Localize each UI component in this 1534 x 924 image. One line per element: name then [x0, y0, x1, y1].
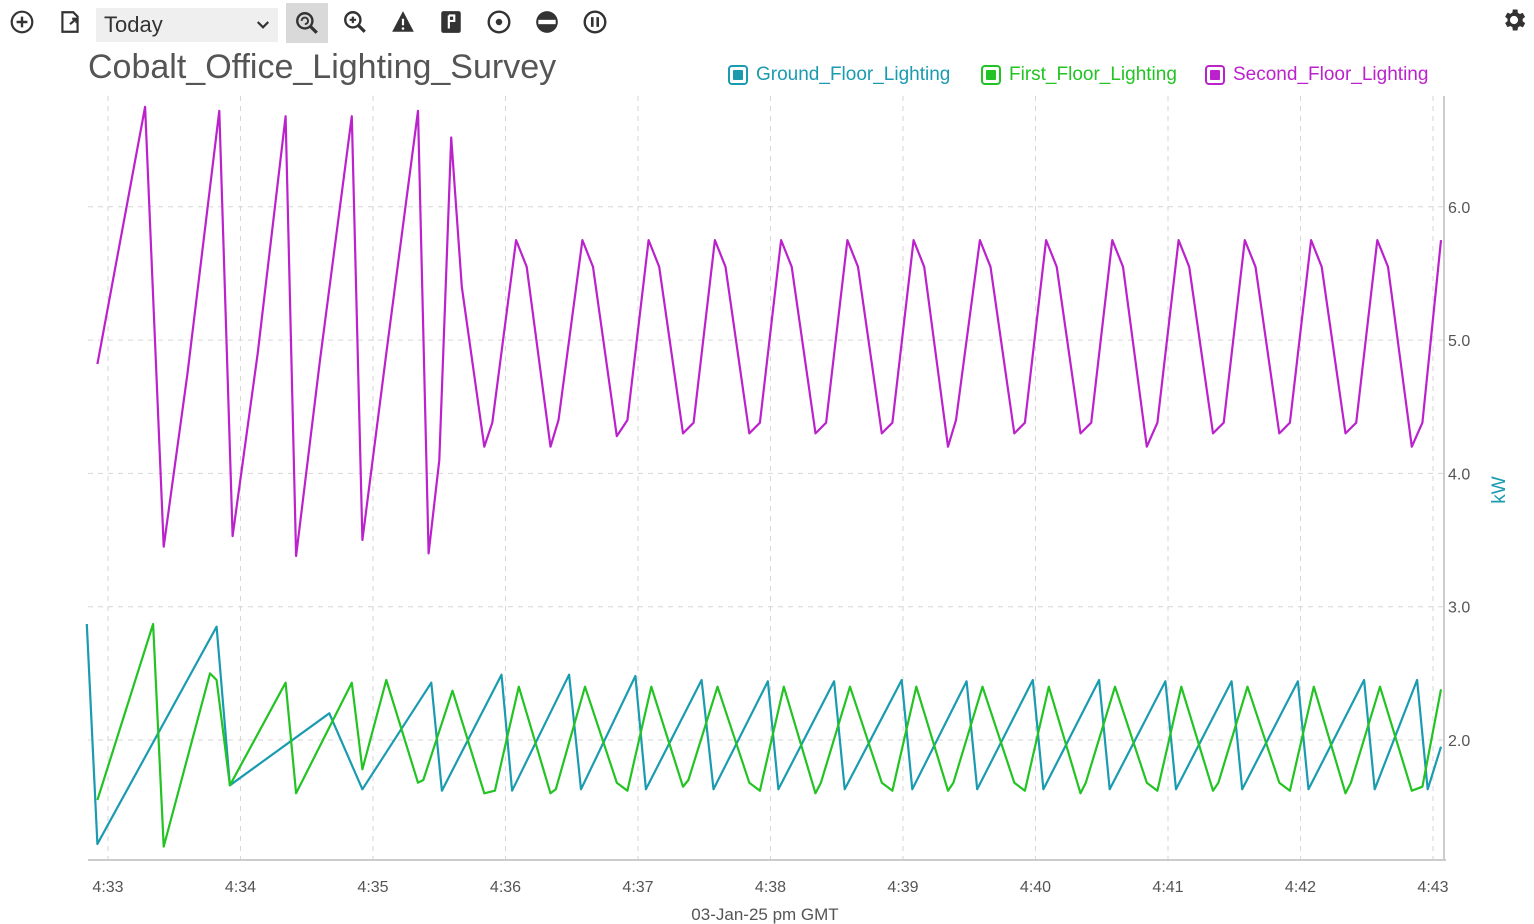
- x-tick-label: 4:40: [1020, 879, 1051, 896]
- legend-label-second: Second_Floor_Lighting: [1233, 64, 1429, 85]
- y-tick-label: 3.0: [1448, 600, 1470, 617]
- zoom-icon[interactable]: [339, 6, 371, 38]
- zoom-reset-icon[interactable]: [286, 3, 328, 43]
- x-tick-label: 4:42: [1285, 879, 1316, 896]
- y-tick-label: 6.0: [1448, 200, 1470, 217]
- legend-swatch-second: [1205, 65, 1225, 85]
- legend-label-first: First_Floor_Lighting: [1009, 64, 1177, 85]
- chart-title: Cobalt_Office_Lighting_Survey: [88, 48, 557, 86]
- x-tick-label: 4:34: [225, 879, 256, 896]
- time-range-select[interactable]: Today: [96, 8, 278, 42]
- x-tick-label: 4:37: [622, 879, 653, 896]
- minus-circle-icon[interactable]: [531, 6, 563, 38]
- add-circle-icon[interactable]: [6, 6, 38, 38]
- y-tick-label: 2.0: [1448, 733, 1470, 750]
- x-tick-label: 4:36: [490, 879, 521, 896]
- series-line-second[interactable]: [96, 105, 1443, 558]
- legend-item-first[interactable]: First_Floor_Lighting: [981, 60, 1177, 90]
- export-icon[interactable]: [54, 6, 86, 38]
- target-icon[interactable]: [483, 6, 515, 38]
- y-tick-label: 5.0: [1448, 333, 1470, 350]
- x-tick-label: 4:39: [887, 879, 918, 896]
- legend-item-second[interactable]: Second_Floor_Lighting: [1205, 60, 1428, 90]
- time-range-value: Today: [104, 12, 163, 37]
- y-tick-label: 4.0: [1448, 466, 1470, 483]
- x-tick-label: 4:38: [755, 879, 786, 896]
- chart-area: 4:33 4:34 4:35 4:36 4:37 4:38 4:39 4:40 4:41 4:42…: [85, 96, 1510, 924]
- legend-label-ground: Ground_Floor_Lighting: [756, 64, 951, 85]
- legend-swatch-ground: [728, 65, 748, 85]
- legend-item-ground[interactable]: Ground_Floor_Lighting: [728, 60, 950, 90]
- x-tick-label: 4:43: [1417, 879, 1448, 896]
- pause-circle-icon[interactable]: [579, 6, 611, 38]
- x-axis-label: 03-Jan-25 pm GMT: [691, 905, 838, 924]
- chevron-down-icon: [256, 21, 270, 29]
- x-tick-label: 4:35: [357, 879, 388, 896]
- flag-icon[interactable]: [435, 6, 467, 38]
- x-tick-label: 4:41: [1152, 879, 1183, 896]
- x-tick-label: 4:33: [92, 879, 123, 896]
- y-axis-label: kW: [1489, 476, 1510, 504]
- gear-icon[interactable]: [1500, 6, 1530, 36]
- alert-triangle-icon[interactable]: [387, 6, 419, 38]
- toolbar: Today: [0, 0, 1534, 46]
- legend-swatch-first: [981, 65, 1001, 85]
